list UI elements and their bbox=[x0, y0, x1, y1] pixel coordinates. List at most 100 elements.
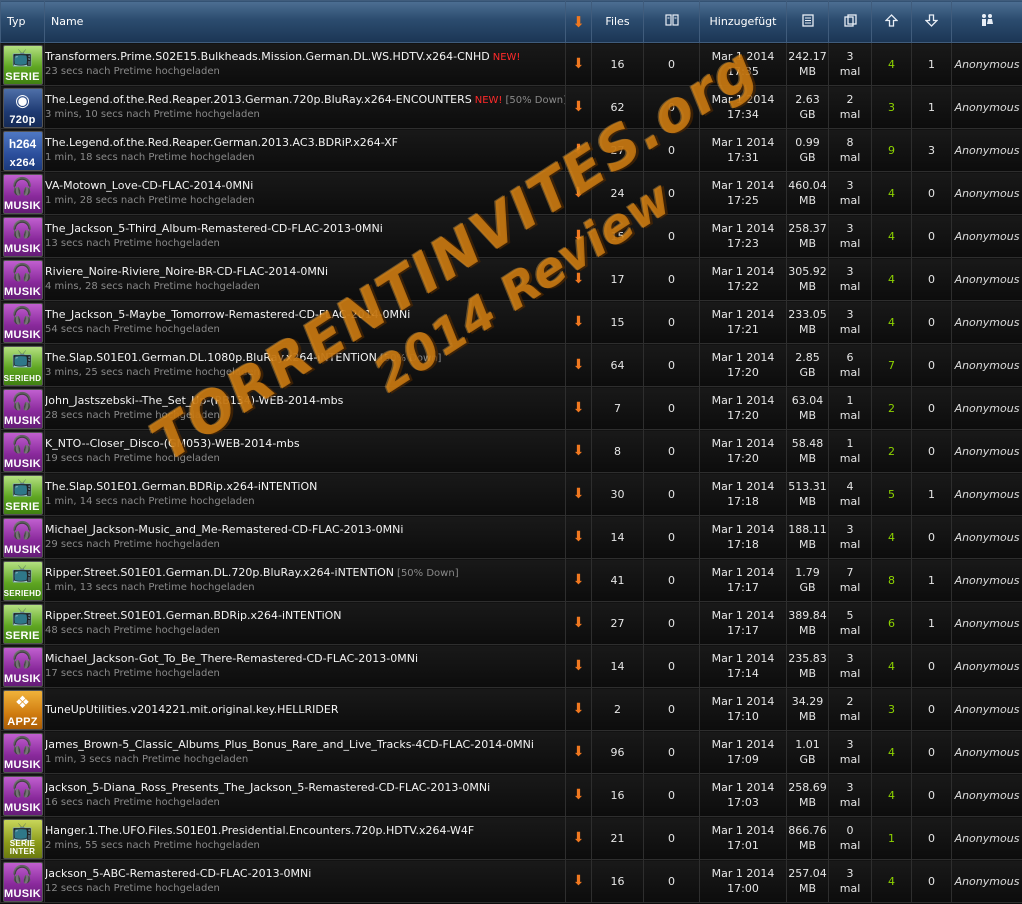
category-cell[interactable]: 📺 SERIE INTER bbox=[0, 816, 45, 860]
leechers-count[interactable]: 0 bbox=[911, 515, 952, 559]
download-arrow-icon[interactable]: ⬇ bbox=[573, 701, 585, 717]
comments-count[interactable]: 0 bbox=[643, 773, 700, 817]
download-arrow-icon[interactable]: ⬇ bbox=[573, 142, 585, 158]
category-cell[interactable]: h264 x264 bbox=[0, 128, 45, 172]
download-arrow-icon[interactable]: ⬇ bbox=[573, 787, 585, 803]
seeders-count[interactable]: 7 bbox=[871, 343, 912, 387]
download-cell[interactable]: ⬇ bbox=[565, 859, 592, 903]
category-badge[interactable]: ❖ APPZ bbox=[2, 689, 43, 730]
leechers-count[interactable]: 3 bbox=[911, 128, 952, 172]
category-cell[interactable]: 🎧 MUSIK bbox=[0, 644, 45, 688]
download-cell[interactable]: ⬇ bbox=[565, 644, 592, 688]
torrent-name-link[interactable]: Jackson_5-Diana_Ross_Presents_The_Jackso… bbox=[46, 781, 491, 794]
comments-count[interactable]: 0 bbox=[643, 85, 700, 129]
leechers-count[interactable]: 0 bbox=[911, 644, 952, 688]
seeders-count[interactable]: 4 bbox=[871, 171, 912, 215]
torrent-name-link[interactable]: The.Slap.S01E01.German.DL.1080p.BluRay.x… bbox=[46, 351, 377, 364]
category-badge[interactable]: 📺 SERIEHD bbox=[2, 560, 43, 601]
download-cell[interactable]: ⬇ bbox=[565, 42, 592, 86]
download-arrow-icon[interactable]: ⬇ bbox=[573, 658, 585, 674]
leechers-count[interactable]: 0 bbox=[911, 429, 952, 473]
files-count[interactable]: 27 bbox=[591, 601, 644, 645]
download-arrow-icon[interactable]: ⬇ bbox=[573, 185, 585, 201]
category-badge[interactable]: 🎧 MUSIK bbox=[2, 173, 43, 214]
seeders-count[interactable]: 2 bbox=[871, 429, 912, 473]
comments-count[interactable]: 0 bbox=[643, 644, 700, 688]
comments-count[interactable]: 0 bbox=[643, 128, 700, 172]
torrent-name-link[interactable]: VA-Motown_Love-CD-FLAC-2014-0MNi bbox=[46, 179, 254, 192]
leechers-count[interactable]: 1 bbox=[911, 85, 952, 129]
table-row[interactable]: 📺 SERIE INTER Hanger.1.The.UFO.Files.S01E0… bbox=[0, 816, 1022, 860]
category-badge[interactable]: 🎧 MUSIK bbox=[2, 732, 43, 773]
category-cell[interactable]: ❖ APPZ bbox=[0, 687, 45, 731]
download-arrow-icon[interactable]: ⬇ bbox=[573, 99, 585, 115]
category-cell[interactable]: 🎧 MUSIK bbox=[0, 300, 45, 344]
leechers-count[interactable]: 0 bbox=[911, 214, 952, 258]
seeders-count[interactable]: 4 bbox=[871, 214, 912, 258]
table-row[interactable]: ❖ APPZ TuneUpUtilities.v2014221.mit.origin… bbox=[0, 687, 1022, 731]
files-count[interactable]: 15 bbox=[591, 300, 644, 344]
files-count[interactable]: 15 bbox=[591, 214, 644, 258]
files-count[interactable]: 14 bbox=[591, 515, 644, 559]
comments-count[interactable]: 0 bbox=[643, 300, 700, 344]
torrent-name-link[interactable]: Riviere_Noire-Riviere_Noire-BR-CD-FLAC-2… bbox=[46, 265, 329, 278]
seeders-count[interactable]: 4 bbox=[871, 644, 912, 688]
category-badge[interactable]: 🎧 MUSIK bbox=[2, 216, 43, 257]
seeders-count[interactable]: 3 bbox=[871, 687, 912, 731]
column-uploader[interactable] bbox=[951, 0, 1022, 43]
category-cell[interactable]: 🎧 MUSIK bbox=[0, 257, 45, 301]
download-cell[interactable]: ⬇ bbox=[565, 816, 592, 860]
download-arrow-icon[interactable]: ⬇ bbox=[573, 56, 585, 72]
torrent-name-link[interactable]: The_Jackson_5-Third_Album-Remastered-CD-… bbox=[46, 222, 383, 235]
comments-count[interactable]: 0 bbox=[643, 472, 700, 516]
column-name[interactable]: Name bbox=[44, 0, 566, 43]
download-arrow-icon[interactable]: ⬇ bbox=[573, 486, 585, 502]
files-count[interactable]: 96 bbox=[591, 730, 644, 774]
download-cell[interactable]: ⬇ bbox=[565, 386, 592, 430]
category-cell[interactable]: 🎧 MUSIK bbox=[0, 859, 45, 903]
torrent-name-link[interactable]: K_NTO--Closer_Disco-(GM053)-WEB-2014-mbs bbox=[46, 437, 300, 450]
download-cell[interactable]: ⬇ bbox=[565, 773, 592, 817]
category-badge[interactable]: 📺 SERIE bbox=[2, 44, 43, 85]
torrent-name-link[interactable]: The.Slap.S01E01.German.BDRip.x264-iNTENT… bbox=[46, 480, 318, 493]
download-cell[interactable]: ⬇ bbox=[565, 515, 592, 559]
column-files[interactable]: Files bbox=[591, 0, 644, 43]
seeders-count[interactable]: 1 bbox=[871, 816, 912, 860]
table-row[interactable]: 🎧 MUSIK Michael_Jackson-Music_and_Me-Remas… bbox=[0, 515, 1022, 559]
category-badge[interactable]: 🎧 MUSIK bbox=[2, 388, 43, 429]
leechers-count[interactable]: 0 bbox=[911, 816, 952, 860]
download-arrow-icon[interactable]: ⬇ bbox=[573, 529, 585, 545]
leechers-count[interactable]: 0 bbox=[911, 859, 952, 903]
column-added[interactable]: Hinzugefügt bbox=[699, 0, 787, 43]
comments-count[interactable]: 0 bbox=[643, 730, 700, 774]
leechers-count[interactable]: 0 bbox=[911, 300, 952, 344]
download-arrow-icon[interactable]: ⬇ bbox=[573, 744, 585, 760]
comments-count[interactable]: 0 bbox=[643, 171, 700, 215]
table-row[interactable]: 🎧 MUSIK The_Jackson_5-Maybe_Tomorrow-Remas… bbox=[0, 300, 1022, 344]
download-cell[interactable]: ⬇ bbox=[565, 730, 592, 774]
comments-count[interactable]: 0 bbox=[643, 816, 700, 860]
column-leechers[interactable] bbox=[911, 0, 952, 43]
leechers-count[interactable]: 1 bbox=[911, 601, 952, 645]
table-row[interactable]: 📺 SERIE Transformers.Prime.S02E15.Bulkhead… bbox=[0, 42, 1022, 86]
category-badge[interactable]: ◉ 720p bbox=[2, 87, 43, 128]
comments-count[interactable]: 0 bbox=[643, 42, 700, 86]
category-cell[interactable]: 📺 SERIEHD bbox=[0, 343, 45, 387]
category-badge[interactable]: 🎧 MUSIK bbox=[2, 775, 43, 816]
download-arrow-icon[interactable]: ⬇ bbox=[573, 314, 585, 330]
download-cell[interactable]: ⬇ bbox=[565, 214, 592, 258]
leechers-count[interactable]: 0 bbox=[911, 687, 952, 731]
files-count[interactable]: 16 bbox=[591, 42, 644, 86]
table-row[interactable]: 🎧 MUSIK K_NTO--Closer_Disco-(GM053)-WEB-20… bbox=[0, 429, 1022, 473]
table-row[interactable]: 📺 SERIEHD Ripper.Street.S01E01.German.DL.7… bbox=[0, 558, 1022, 602]
category-badge[interactable]: 🎧 MUSIK bbox=[2, 861, 43, 902]
category-cell[interactable]: 🎧 MUSIK bbox=[0, 429, 45, 473]
leechers-count[interactable]: 0 bbox=[911, 343, 952, 387]
category-cell[interactable]: 🎧 MUSIK bbox=[0, 730, 45, 774]
download-arrow-icon[interactable]: ⬇ bbox=[573, 271, 585, 287]
comments-count[interactable]: 0 bbox=[643, 558, 700, 602]
download-cell[interactable]: ⬇ bbox=[565, 171, 592, 215]
table-row[interactable]: 🎧 MUSIK John_Jastszebski--The_Set_Up-(RB13… bbox=[0, 386, 1022, 430]
table-row[interactable]: ◉ 720p The.Legend.of.the.Red.Reaper.2013.G… bbox=[0, 85, 1022, 129]
torrent-name-link[interactable]: Michael_Jackson-Got_To_Be_There-Remaster… bbox=[46, 652, 419, 665]
